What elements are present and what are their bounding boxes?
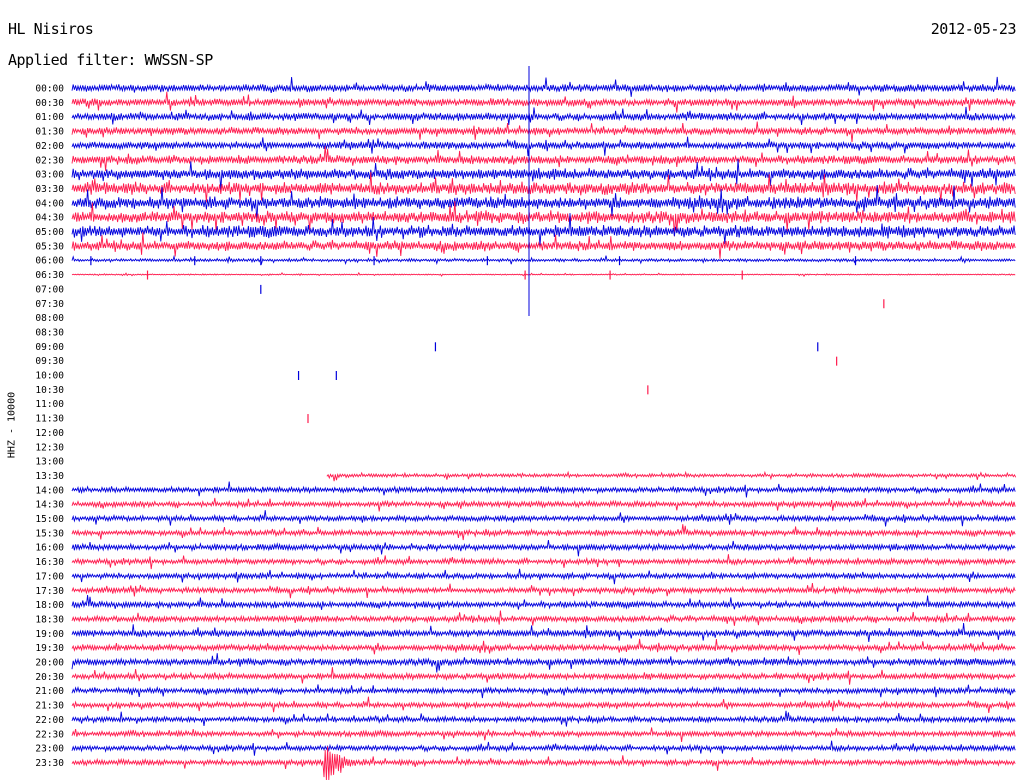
time-tick-label: 05:30 bbox=[35, 241, 64, 252]
trace-row bbox=[71, 271, 1016, 278]
time-tick-label: 03:00 bbox=[35, 170, 64, 181]
time-tick-label: 12:30 bbox=[35, 442, 64, 453]
time-tick-label: 04:30 bbox=[35, 213, 64, 224]
time-tick-label: 02:30 bbox=[35, 155, 64, 166]
time-tick-label: 16:00 bbox=[35, 543, 64, 554]
trace-row bbox=[71, 740, 1016, 756]
trace-row bbox=[71, 623, 1016, 643]
time-tick-label: 23:30 bbox=[35, 758, 64, 769]
trace-row bbox=[71, 540, 1016, 557]
time-tick-label: 06:00 bbox=[35, 256, 64, 267]
trace-row bbox=[71, 594, 1016, 612]
time-tick-label: 01:00 bbox=[35, 112, 64, 123]
time-tick-label: 01:30 bbox=[35, 127, 64, 138]
time-tick-label: 08:30 bbox=[35, 327, 64, 338]
time-tick-label: 12:00 bbox=[35, 428, 64, 439]
trace-row bbox=[71, 91, 1016, 113]
trace-row bbox=[71, 727, 1016, 743]
time-tick-label: 18:30 bbox=[35, 614, 64, 625]
time-tick-label: 10:30 bbox=[35, 385, 64, 396]
trace-row bbox=[71, 510, 1016, 527]
time-tick-label: 20:00 bbox=[35, 658, 64, 669]
trace-row bbox=[71, 136, 1016, 157]
trace-row bbox=[71, 610, 1016, 626]
time-tick-label: 13:00 bbox=[35, 457, 64, 468]
time-tick-label: 16:30 bbox=[35, 557, 64, 568]
trace-row bbox=[71, 497, 1016, 512]
trace-row bbox=[71, 667, 1016, 685]
time-tick-label: 15:00 bbox=[35, 514, 64, 525]
time-tick-label: 19:30 bbox=[35, 643, 64, 654]
time-tick-label: 17:30 bbox=[35, 586, 64, 597]
time-tick-label: 11:00 bbox=[35, 399, 64, 410]
trace-row bbox=[326, 470, 1017, 482]
time-tick-label: 08:00 bbox=[35, 313, 64, 324]
time-tick-label: 15:30 bbox=[35, 528, 64, 539]
time-tick-label: 22:30 bbox=[35, 729, 64, 740]
time-tick-label: 20:30 bbox=[35, 672, 64, 683]
seismic-traces bbox=[71, 66, 1017, 780]
time-tick-label: 07:00 bbox=[35, 284, 64, 295]
trace-row bbox=[71, 582, 1016, 599]
time-tick-label: 18:00 bbox=[35, 600, 64, 611]
trace-row bbox=[71, 710, 1016, 727]
trace-row bbox=[71, 653, 1016, 673]
time-tick-label: 19:00 bbox=[35, 629, 64, 640]
trace-row bbox=[71, 76, 1016, 97]
time-tick-label: 02:00 bbox=[35, 141, 64, 152]
time-tick-label: 00:00 bbox=[35, 84, 64, 95]
time-tick-label: 13:30 bbox=[35, 471, 64, 482]
helicorder-plot: 00:00 00:30 01:00 01:30 02:00 02:30 03:00 03:30… bbox=[35, 66, 1017, 780]
trace-row bbox=[71, 696, 1016, 714]
time-tick-label: 03:30 bbox=[35, 184, 64, 195]
time-tick-label: 10:00 bbox=[35, 371, 64, 382]
time-tick-label: 22:00 bbox=[35, 715, 64, 726]
time-tick-label: 05:00 bbox=[35, 227, 64, 238]
trace-row bbox=[71, 121, 1016, 143]
time-tick-label: 09:30 bbox=[35, 356, 64, 367]
time-tick-labels: 00:00 00:30 01:00 01:30 02:00 02:30 03:00 03:30… bbox=[35, 84, 64, 769]
time-tick-label: 17:00 bbox=[35, 571, 64, 582]
time-tick-label: 21:00 bbox=[35, 686, 64, 697]
time-tick-label: 04:00 bbox=[35, 198, 64, 209]
time-tick-label: 23:00 bbox=[35, 744, 64, 755]
time-tick-label: 07:30 bbox=[35, 299, 64, 310]
trace-row bbox=[71, 146, 1016, 172]
trace-row bbox=[71, 684, 1016, 699]
trace-row bbox=[71, 568, 1016, 585]
time-tick-label: 06:30 bbox=[35, 270, 64, 281]
trace-row bbox=[71, 638, 1016, 655]
time-tick-label: 11:30 bbox=[35, 414, 64, 425]
trace-row bbox=[71, 524, 1016, 541]
time-tick-label: 14:00 bbox=[35, 485, 64, 496]
time-tick-label: 21:30 bbox=[35, 701, 64, 712]
time-tick-label: 14:30 bbox=[35, 500, 64, 511]
time-tick-label: 00:30 bbox=[35, 98, 64, 109]
time-tick-label: 09:00 bbox=[35, 342, 64, 353]
trace-row bbox=[71, 254, 1016, 266]
trace-row bbox=[71, 481, 1016, 498]
trace-row bbox=[71, 554, 1016, 570]
